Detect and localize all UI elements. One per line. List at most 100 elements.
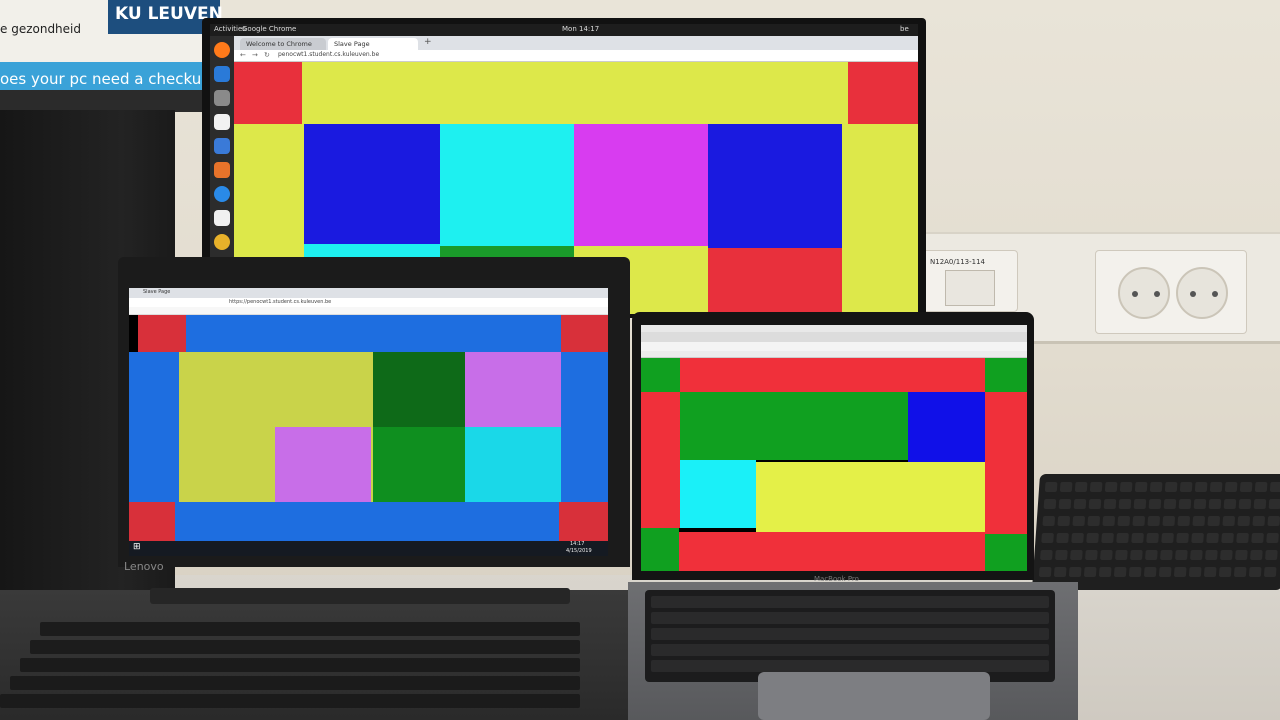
keyboard-key	[1149, 482, 1163, 492]
amazon-icon[interactable]	[214, 210, 230, 226]
ubuntu-top-bar: Activities Google Chrome Mon 14:17 be	[210, 24, 918, 36]
keyboard-key	[1266, 533, 1279, 543]
firefox-icon[interactable]	[214, 42, 230, 58]
keyboard-key	[1268, 499, 1280, 509]
mac-menu-bar	[641, 325, 1027, 332]
tile-red	[708, 248, 842, 314]
keyboard-key	[1248, 567, 1262, 577]
outlet-pin	[1132, 291, 1138, 297]
tile-blue	[561, 352, 608, 502]
keyboard-key	[1089, 482, 1103, 492]
macbook-page	[641, 358, 1027, 571]
tile-green	[680, 392, 908, 460]
keyboard-key	[1148, 499, 1162, 509]
keyboard-key	[1238, 499, 1252, 509]
keyboard-key	[1251, 533, 1264, 543]
bookmarks-bar	[129, 307, 608, 315]
keyboard-key	[1176, 533, 1189, 543]
keyboard-key	[1044, 482, 1058, 492]
key-row	[40, 622, 580, 636]
libreoffice-icon[interactable]	[214, 114, 230, 130]
key-row	[651, 660, 1049, 672]
url-text[interactable]: https://penocwt1.student.cs.kuleuven.be	[229, 299, 331, 305]
windows-start-icon[interactable]: ⊞	[133, 542, 141, 552]
keyboard-key	[1043, 499, 1057, 509]
keyboard-layout[interactable]: be	[900, 25, 909, 33]
power-socket	[1095, 250, 1247, 334]
chrome-icon[interactable]	[214, 234, 230, 250]
macbook-keyboard	[645, 590, 1055, 682]
tab-welcome[interactable]: Welcome to Chrome	[240, 38, 326, 50]
files-icon[interactable]	[214, 90, 230, 106]
clock[interactable]: Mon 14:17	[562, 25, 599, 33]
document-icon[interactable]	[214, 138, 230, 154]
nav-forward-icon[interactable]: →	[252, 51, 258, 59]
tile-magenta	[574, 124, 708, 246]
new-tab-icon[interactable]: +	[424, 37, 432, 47]
keyboard-key	[1118, 499, 1132, 509]
tile-blue	[908, 392, 985, 462]
keyboard-key	[1040, 550, 1053, 560]
thunderbird-icon[interactable]	[214, 66, 230, 82]
keyboard-key	[1188, 567, 1202, 577]
keyboard-key	[1203, 567, 1217, 577]
keyboard-key	[1103, 499, 1117, 509]
keyboard-key	[1208, 499, 1222, 509]
tile-red	[985, 392, 1027, 534]
tower-top	[0, 90, 205, 112]
keyboard-key	[1068, 567, 1082, 577]
keyboard-key	[1115, 550, 1128, 560]
keyboard-key	[1223, 499, 1237, 509]
keyboard-key	[1102, 516, 1116, 526]
keyboard-key	[1101, 533, 1114, 543]
tab-slave-page[interactable]: Slave Page	[143, 289, 170, 295]
tab-slave-page[interactable]: Slave Page	[328, 38, 418, 50]
reload-icon[interactable]: ↻	[264, 51, 270, 59]
url-text[interactable]: penocwt1.student.cs.kuleuven.be	[278, 51, 379, 58]
help-icon[interactable]	[214, 186, 230, 202]
outlet-pin	[1154, 291, 1160, 297]
tile-red	[234, 62, 302, 124]
keyboard-key	[1059, 482, 1073, 492]
tile-blue	[304, 124, 440, 244]
taskbar-time[interactable]: 14:17	[570, 541, 584, 547]
network-port	[945, 270, 995, 306]
keyboard-key	[1100, 550, 1113, 560]
keyboard-key	[1056, 533, 1069, 543]
lenovo-address-bar[interactable]: https://penocwt1.student.cs.kuleuven.be	[129, 298, 608, 307]
keyboard-key	[1086, 533, 1099, 543]
tile-violet	[275, 427, 371, 502]
keyboard-key	[1179, 482, 1193, 492]
outlet-left	[1118, 267, 1170, 319]
keyboard-key	[1119, 482, 1133, 492]
keyboard-key	[1235, 550, 1248, 560]
key-row	[10, 676, 580, 690]
keyboard-key	[1085, 550, 1098, 560]
tile-red	[641, 392, 680, 528]
keyboard-key	[1098, 567, 1112, 577]
keyboard-key	[1209, 482, 1223, 492]
keyboard-key	[1146, 533, 1159, 543]
windows-taskbar: ⊞ 14:17 4/15/2019	[129, 541, 608, 556]
tile-yellow	[302, 62, 848, 124]
tile-green	[373, 427, 465, 502]
lenovo-tab-strip: Slave Page	[129, 288, 608, 298]
chrome-address-bar[interactable]: ← → ↻ penocwt1.student.cs.kuleuven.be	[234, 50, 918, 62]
tile-blue	[129, 352, 179, 502]
keyboard-key	[1222, 516, 1236, 526]
app-menu[interactable]: Google Chrome	[242, 25, 296, 33]
keyboard-key	[1145, 550, 1158, 560]
keyboard-key	[1147, 516, 1161, 526]
nav-back-icon[interactable]: ←	[240, 51, 246, 59]
tile-green	[985, 534, 1027, 571]
software-icon[interactable]	[214, 162, 230, 178]
lenovo-logo: Lenovo	[124, 560, 164, 573]
taskbar-date[interactable]: 4/15/2019	[566, 548, 592, 554]
tile-cyan	[465, 427, 561, 502]
keyboard-key	[1161, 533, 1174, 543]
outlet-pin	[1212, 291, 1218, 297]
mac-address-bar[interactable]	[641, 342, 1027, 351]
keyboard-key	[1162, 516, 1176, 526]
keyboard-key	[1053, 567, 1067, 577]
tile-yellow	[842, 124, 918, 314]
